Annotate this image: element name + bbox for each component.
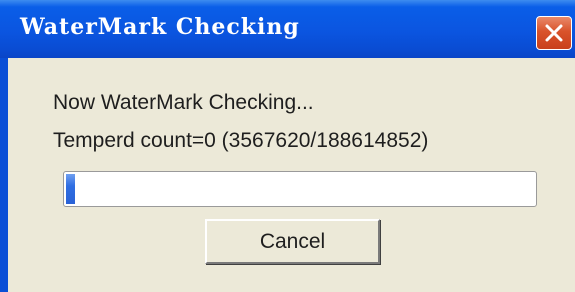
dialog-body: Now WaterMark Checking... Temperd count=…: [8, 58, 575, 292]
close-button[interactable]: [536, 16, 572, 50]
tampered-count-text: Temperd count=0 (3567620/188614852): [53, 129, 429, 152]
dialog-window: WaterMark Checking Now WaterMark Checkin…: [0, 0, 575, 292]
progress-bar: [63, 171, 537, 207]
close-icon: [545, 24, 563, 42]
progress-fill: [66, 174, 75, 204]
window-title: WaterMark Checking: [20, 14, 300, 40]
title-bar[interactable]: WaterMark Checking: [0, 0, 575, 58]
cancel-button[interactable]: Cancel: [205, 219, 380, 264]
status-text: Now WaterMark Checking...: [53, 91, 314, 114]
